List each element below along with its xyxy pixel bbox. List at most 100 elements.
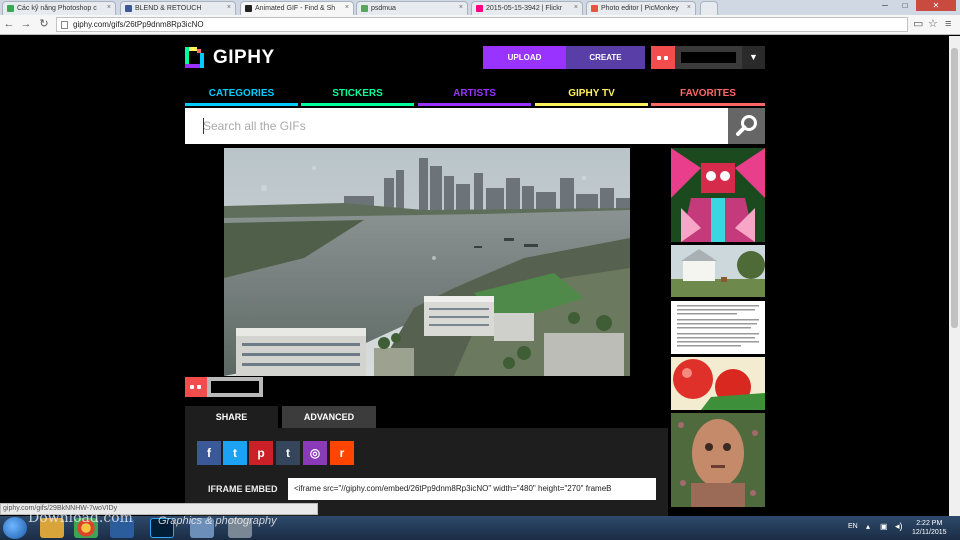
close-tab-icon[interactable]: × bbox=[687, 4, 691, 11]
forward-icon[interactable]: → bbox=[19, 18, 33, 31]
related-gif-thumbnail[interactable] bbox=[671, 148, 765, 242]
volume-icon[interactable]: ◂) bbox=[895, 521, 903, 532]
favicon-icon bbox=[245, 5, 252, 12]
nav-giphy-tv[interactable]: GIPHY TV bbox=[535, 86, 648, 106]
user-name[interactable] bbox=[675, 46, 742, 69]
tab-label: BLEND & RETOUCH bbox=[135, 5, 202, 12]
tumblr-icon[interactable]: t bbox=[276, 441, 300, 465]
close-tab-icon[interactable]: × bbox=[459, 4, 463, 11]
tab-advanced[interactable]: ADVANCED bbox=[282, 406, 376, 429]
browser-tab-5[interactable]: 2015-05-15-3942 | Flickr × bbox=[471, 1, 583, 15]
network-icon[interactable]: ▣ bbox=[880, 522, 888, 531]
tab-label: psdmua bbox=[371, 5, 396, 12]
browser-tab-4[interactable]: psdmua × bbox=[356, 1, 468, 15]
search-input[interactable] bbox=[185, 108, 728, 144]
instagram-icon[interactable]: ◎ bbox=[303, 441, 327, 465]
author-avatar[interactable] bbox=[185, 377, 207, 397]
browser-tab-2[interactable]: BLEND & RETOUCH × bbox=[120, 1, 236, 15]
text-cursor bbox=[203, 118, 204, 134]
tab-label: Animated GIF - Find & Sh bbox=[255, 5, 336, 12]
nav-underline bbox=[651, 103, 765, 106]
browser-tab-3[interactable]: Animated GIF - Find & Sh × bbox=[240, 1, 354, 15]
minimize-icon[interactable]: ─ bbox=[876, 0, 894, 11]
thumbnail-image bbox=[671, 357, 765, 410]
close-tab-icon[interactable]: × bbox=[345, 4, 349, 11]
author-name-redacted bbox=[211, 381, 259, 393]
tab-share[interactable]: SHARE bbox=[185, 406, 278, 429]
favicon-icon bbox=[361, 5, 368, 12]
favicon-icon bbox=[7, 5, 14, 12]
giphy-logo-text[interactable]: GIPHY bbox=[213, 47, 275, 69]
user-avatar[interactable] bbox=[651, 46, 675, 69]
thumbnail-image bbox=[671, 148, 765, 242]
tab-label: Photo editor | PicMonkey bbox=[601, 5, 679, 12]
search-icon bbox=[736, 115, 757, 136]
favicon-icon bbox=[591, 5, 598, 12]
nav-label: CATEGORIES bbox=[208, 88, 275, 99]
author-name[interactable] bbox=[207, 377, 263, 397]
related-gif-thumbnail[interactable] bbox=[671, 245, 765, 297]
related-gif-thumbnail[interactable] bbox=[671, 301, 765, 354]
close-tab-icon[interactable]: × bbox=[227, 4, 231, 11]
facebook-icon[interactable]: f bbox=[197, 441, 221, 465]
nav-label: ARTISTS bbox=[453, 88, 496, 99]
thumbnail-image bbox=[671, 245, 765, 297]
embed-code-field[interactable]: <iframe src="//giphy.com/embed/26tPp9dnm… bbox=[288, 478, 656, 500]
tab-label: Các kỹ năng Photoshop c bbox=[17, 5, 97, 12]
menu-icon[interactable]: ≡ bbox=[945, 18, 951, 31]
reddit-icon[interactable]: r bbox=[330, 441, 354, 465]
clock-time: 2:22 PM bbox=[916, 520, 943, 527]
reload-icon[interactable]: ↻ bbox=[37, 18, 51, 31]
nav-favorites[interactable]: FAVORITES bbox=[651, 86, 765, 106]
back-icon[interactable]: ← bbox=[2, 18, 16, 31]
nav-artists[interactable]: ARTISTS bbox=[418, 86, 531, 106]
watermark-logo: Download.com bbox=[28, 510, 133, 526]
new-tab-button[interactable] bbox=[700, 1, 718, 15]
maximize-icon[interactable]: □ bbox=[896, 0, 914, 11]
related-gif-thumbnail[interactable] bbox=[671, 413, 765, 507]
avatar-eye bbox=[190, 385, 194, 389]
close-tab-icon[interactable]: × bbox=[107, 4, 111, 11]
giphy-logo-icon[interactable] bbox=[185, 47, 204, 68]
page-icon bbox=[61, 21, 68, 29]
browser-tab-1[interactable]: Các kỹ năng Photoshop c × bbox=[2, 1, 116, 15]
address-bar[interactable]: giphy.com/gifs/26tPp9dnm8Rp3icNO bbox=[56, 17, 908, 32]
related-gif-thumbnail[interactable] bbox=[671, 357, 765, 410]
iframe-embed-label: IFRAME EMBED bbox=[208, 484, 278, 494]
nav-label: STICKERS bbox=[332, 88, 383, 99]
close-tab-icon[interactable]: × bbox=[574, 4, 578, 11]
language-indicator[interactable]: EN bbox=[848, 523, 858, 530]
favicon-icon bbox=[476, 5, 483, 12]
twitter-icon[interactable]: t bbox=[223, 441, 247, 465]
favicon-icon bbox=[125, 5, 132, 12]
url-text: giphy.com/gifs/26tPp9dnm8Rp3icNO bbox=[73, 20, 204, 29]
tray-flag-icon[interactable]: ▴ bbox=[866, 522, 870, 531]
nav-underline bbox=[185, 103, 298, 106]
start-button[interactable] bbox=[3, 517, 27, 539]
nav-categories[interactable]: CATEGORIES bbox=[185, 86, 298, 106]
gif-scene bbox=[224, 148, 630, 376]
search-bar bbox=[185, 108, 728, 144]
scrollbar-thumb[interactable] bbox=[951, 48, 958, 328]
nav-underline bbox=[301, 103, 414, 106]
pinterest-icon[interactable]: p bbox=[249, 441, 273, 465]
thumbnail-image bbox=[677, 305, 759, 347]
create-button[interactable]: CREATE bbox=[566, 46, 645, 69]
star-icon[interactable]: ☆ bbox=[928, 18, 938, 31]
windows-taskbar bbox=[0, 516, 960, 540]
upload-button[interactable]: UPLOAD bbox=[483, 46, 566, 69]
clock-date: 12/11/2015 bbox=[912, 529, 947, 536]
nav-stickers[interactable]: STICKERS bbox=[301, 86, 414, 106]
nav-underline bbox=[418, 103, 531, 106]
cast-icon[interactable]: ▭ bbox=[913, 18, 923, 31]
search-button[interactable] bbox=[728, 108, 765, 144]
clock[interactable]: 2:22 PM 12/11/2015 bbox=[912, 519, 947, 537]
browser-tab-6[interactable]: Photo editor | PicMonkey × bbox=[586, 1, 696, 15]
chevron-down-icon[interactable]: ▼ bbox=[742, 46, 765, 69]
gif-image[interactable] bbox=[224, 148, 630, 376]
close-window-icon[interactable]: ✕ bbox=[916, 0, 956, 11]
tab-label: 2015-05-15-3942 | Flickr bbox=[486, 5, 563, 12]
nav-label: GIPHY TV bbox=[568, 88, 615, 99]
nav-label: FAVORITES bbox=[680, 88, 736, 99]
browser-tab-bar: Các kỹ năng Photoshop c × BLEND & RETOUCH… bbox=[0, 0, 960, 15]
